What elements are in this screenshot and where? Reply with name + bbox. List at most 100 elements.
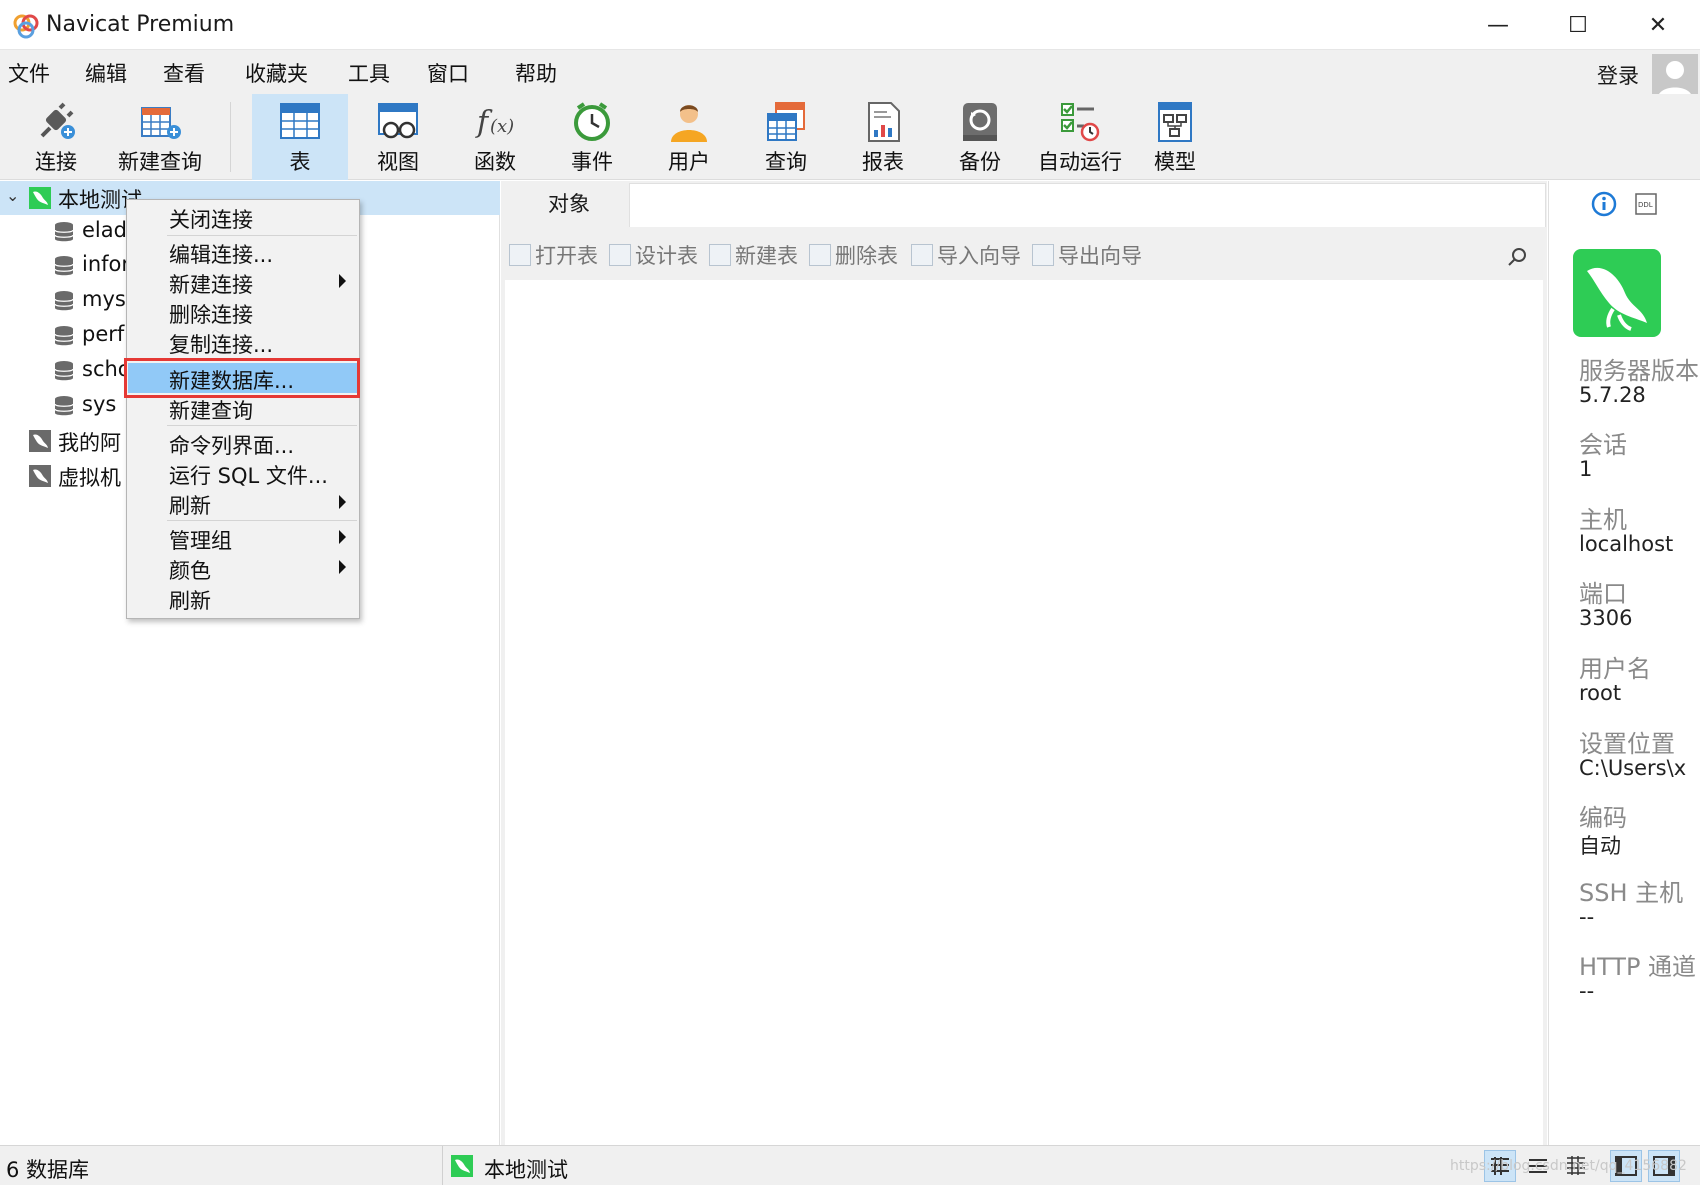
ctx-command-line[interactable]: 命令列界面...	[128, 428, 358, 458]
objects-toolbar: 打开表 设计表 新建表 删除表 导入向导 导出向导	[501, 234, 1547, 276]
objects-tab-strip: 对象	[501, 181, 1547, 227]
automation-icon	[1061, 103, 1100, 142]
toolbar-label: 报表	[862, 150, 904, 174]
minimize-button[interactable]: —	[1458, 0, 1538, 50]
ctx-delete-connection[interactable]: 删除连接	[128, 297, 358, 327]
import-wizard-button[interactable]: 导入向导	[911, 240, 1021, 270]
ctx-close-connection[interactable]: 关闭连接	[128, 202, 358, 232]
status-db-count: 6 数据库	[6, 1158, 90, 1182]
ctx-label: 运行 SQL 文件...	[169, 464, 328, 488]
delete-table-icon	[809, 244, 831, 266]
open-table-icon	[509, 244, 531, 266]
toolbar-view-button[interactable]: 视图	[350, 94, 446, 180]
watermark: https://blog.csdn.net/qq_4156882	[1450, 1158, 1687, 1174]
highlight-box	[124, 358, 360, 398]
info-http-tunnel-value: --	[1579, 979, 1595, 1003]
tree-db-label: sys	[82, 392, 117, 416]
toolbar-query-button[interactable]: 查询	[738, 94, 834, 180]
info-server-version-label: 服务器版本	[1579, 357, 1699, 385]
info-server-version-value: 5.7.28	[1579, 383, 1646, 407]
ddl-icon[interactable]: DDL	[1633, 191, 1659, 217]
menu-edit[interactable]: 编辑	[85, 58, 127, 88]
mysql-connection-icon	[29, 430, 51, 452]
ctx-refresh[interactable]: 刷新	[128, 583, 358, 613]
ctx-label: 颜色	[169, 559, 211, 583]
avatar[interactable]	[1652, 54, 1698, 98]
query-icon	[767, 102, 805, 141]
toolbar-automation-button[interactable]: 自动运行	[1030, 94, 1130, 180]
ctx-run-sql-file[interactable]: 运行 SQL 文件...	[128, 458, 358, 488]
close-button[interactable]: ✕	[1618, 0, 1698, 50]
export-wizard-label: 导出向导	[1058, 244, 1142, 268]
window-title: Navicat Premium	[46, 12, 235, 37]
ctx-new-connection[interactable]: 新建连接	[128, 267, 358, 297]
ctx-label: 新建连接	[169, 273, 253, 297]
open-table-label: 打开表	[535, 244, 598, 268]
ctx-color[interactable]: 颜色	[128, 553, 358, 583]
design-table-button[interactable]: 设计表	[609, 240, 698, 270]
toolbar-connect-button[interactable]: 连接	[8, 94, 104, 180]
tree-db-label: mys	[82, 287, 126, 311]
ctx-copy-connection[interactable]: 复制连接...	[128, 327, 358, 357]
toolbar-label: 视图	[377, 150, 419, 174]
toolbar-label: 备份	[959, 150, 1001, 174]
menu-window[interactable]: 窗口	[427, 58, 469, 88]
title-bar: Navicat Premium — ☐ ✕	[0, 0, 1700, 50]
database-icon	[54, 291, 74, 311]
chevron-down-icon[interactable]: ⌄	[6, 186, 19, 205]
menu-help[interactable]: 帮助	[515, 58, 557, 88]
toolbar-table-button[interactable]: 表	[252, 94, 348, 180]
menu-view[interactable]: 查看	[163, 58, 205, 88]
toolbar-function-button[interactable]: f (x) 函数	[447, 94, 543, 180]
design-table-label: 设计表	[635, 244, 698, 268]
ctx-manage-group[interactable]: 管理组	[128, 523, 358, 553]
menu-favorites[interactable]: 收藏夹	[245, 58, 308, 88]
ctx-label: 管理组	[169, 529, 232, 553]
toolbar-model-button[interactable]: 模型	[1127, 94, 1223, 180]
info-port-value: 3306	[1579, 606, 1633, 630]
ctx-refresh-submenu[interactable]: 刷新	[128, 488, 358, 518]
status-bar: 6 数据库 本地测试	[0, 1145, 1700, 1185]
submenu-arrow-icon	[339, 530, 346, 544]
toolbar-label: 函数	[474, 150, 516, 174]
search-icon[interactable]	[1506, 246, 1528, 268]
user-avatar-icon	[1658, 61, 1692, 98]
ctx-separator	[167, 425, 357, 426]
tree-connection-label: 虚拟机	[58, 466, 121, 490]
export-wizard-button[interactable]: 导出向导	[1032, 240, 1142, 270]
info-host-value: localhost	[1579, 532, 1674, 556]
new-table-button[interactable]: 新建表	[709, 240, 798, 270]
new-table-icon	[709, 244, 731, 266]
toolbar-report-button[interactable]: 报表	[835, 94, 931, 180]
database-icon	[54, 222, 74, 242]
info-icon[interactable]	[1591, 191, 1617, 217]
toolbar-label: 自动运行	[1038, 150, 1122, 174]
navicat-logo-icon	[13, 14, 39, 39]
toolbar-new-query-button[interactable]: 新建查询	[110, 94, 210, 180]
mysql-logo-icon	[1573, 249, 1661, 337]
clock-icon	[574, 102, 610, 141]
info-http-tunnel-label: HTTP 通道	[1579, 953, 1697, 981]
delete-table-button[interactable]: 删除表	[809, 240, 898, 270]
open-table-button[interactable]: 打开表	[509, 240, 598, 270]
tab-strip-fill	[629, 183, 1546, 227]
objects-list-area[interactable]	[505, 280, 1543, 1145]
tab-objects[interactable]: 对象	[509, 183, 629, 227]
report-icon	[868, 102, 900, 142]
ctx-label: 命令列界面...	[169, 434, 295, 458]
new-query-icon	[141, 107, 181, 139]
toolbar-label: 用户	[668, 150, 710, 174]
toolbar-label: 新建查询	[118, 150, 202, 174]
toolbar-backup-button[interactable]: 备份	[932, 94, 1028, 180]
ctx-edit-connection[interactable]: 编辑连接...	[128, 237, 358, 267]
login-link[interactable]: 登录	[1597, 60, 1639, 90]
maximize-button[interactable]: ☐	[1538, 0, 1618, 50]
toolbar-user-button[interactable]: 用户	[641, 94, 737, 180]
menu-file[interactable]: 文件	[8, 58, 50, 88]
info-port-label: 端口	[1579, 580, 1627, 608]
info-ssh-host-value: --	[1579, 905, 1595, 929]
plug-icon	[40, 102, 75, 139]
menu-tools[interactable]: 工具	[348, 58, 390, 88]
toolbar-event-button[interactable]: 事件	[544, 94, 640, 180]
info-encoding-value: 自动	[1579, 834, 1621, 858]
